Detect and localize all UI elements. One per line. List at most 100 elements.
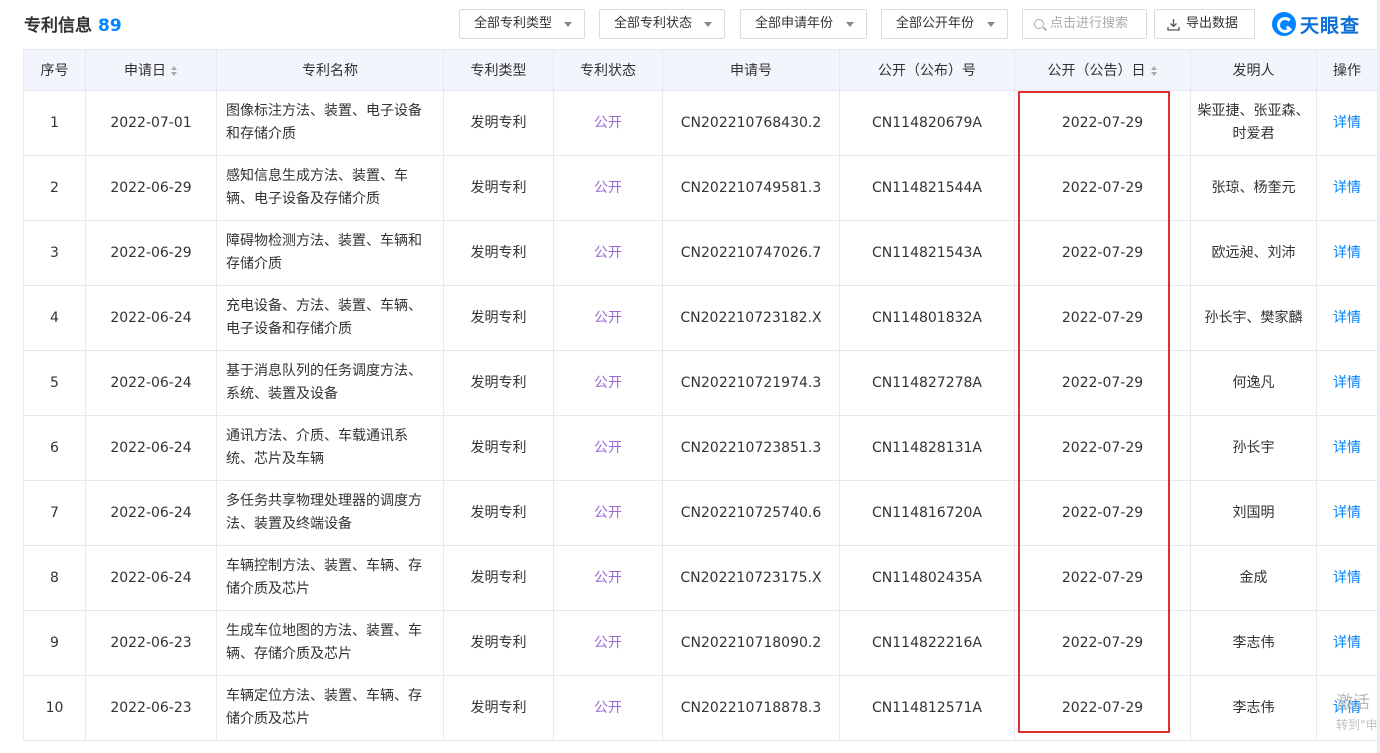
cell-publication-date: 2022-07-29 [1014,480,1191,546]
cell-application-number: CN202210723851.3 [662,415,840,481]
table-row: 9 2022-06-23 生成车位地图的方法、装置、车辆、存储介质及芯片 发明专利 公开… [23,610,1378,676]
cell-index: 7 [23,480,86,546]
cell-application-date: 2022-07-01 [85,90,217,156]
table-row: 6 2022-06-24 通讯方法、介质、车载通讯系统、芯片及车辆 发明专利 公开 CN2… [23,415,1378,481]
cell-inventor: 李志伟 [1190,610,1317,676]
cell-inventor: 刘国明 [1190,480,1317,546]
cell-application-date: 2022-06-23 [85,610,217,676]
col-header-application-number: 申请号 [662,49,840,91]
detail-link[interactable]: 详情 [1316,545,1378,611]
col-header-inventor-label: 发明人 [1232,63,1275,79]
detail-link[interactable]: 详情 [1316,155,1378,221]
search-icon [1034,19,1044,29]
cell-patent-type: 发明专利 [443,675,554,741]
logo-text: 天眼查 [1300,14,1361,37]
col-header-inventor: 发明人 [1190,49,1317,91]
col-header-patent-status-label: 专利状态 [580,63,636,79]
export-button-label: 导出数据 [1186,16,1239,31]
cell-inventor: 孙长宇 [1190,415,1317,481]
cell-patent-status: 公开 [553,415,663,481]
cell-patent-type: 发明专利 [443,480,554,546]
col-header-application-number-label: 申请号 [730,63,772,79]
export-button[interactable]: 导出数据 [1154,9,1255,39]
table-row: 10 2022-06-23 车辆定位方法、装置、车辆、存储介质及芯片 发明专利 公开 CN… [23,675,1378,741]
cell-publication-date: 2022-07-29 [1014,545,1191,611]
col-header-application-date-label: 申请日 [124,63,166,79]
col-header-index: 序号 [23,49,86,91]
filter-patent-status[interactable]: 全部专利状态 [599,9,725,39]
cell-index: 5 [23,350,86,416]
cell-inventor: 金成 [1190,545,1317,611]
cell-application-date: 2022-06-24 [85,480,217,546]
chevron-down-icon [987,22,995,27]
filter-application-year-label: 全部申请年份 [755,16,834,31]
col-header-publication-date[interactable]: 公开（公告）日 [1014,49,1191,91]
col-header-patent-type-label: 专利类型 [470,63,527,79]
cell-application-date: 2022-06-24 [85,350,217,416]
cell-patent-name: 充电设备、方法、装置、车辆、电子设备和存储介质 [216,285,444,351]
cell-publication-number: CN114822216A [839,610,1015,676]
cell-publication-date: 2022-07-29 [1014,415,1191,481]
cell-patent-status: 公开 [553,285,663,351]
cell-patent-type: 发明专利 [443,415,554,481]
table-row: 8 2022-06-24 车辆控制方法、装置、车辆、存储介质及芯片 发明专利 公开 CN2… [23,545,1378,611]
cell-patent-type: 发明专利 [443,545,554,611]
cell-patent-status: 公开 [553,610,663,676]
section-title: 专利信息 89 [24,11,122,36]
cell-publication-date: 2022-07-29 [1014,350,1191,416]
cell-patent-name: 车辆定位方法、装置、车辆、存储介质及芯片 [216,675,444,741]
cell-patent-status: 公开 [553,675,663,741]
cell-index: 2 [23,155,86,221]
cell-inventor: 李志伟 [1190,675,1317,741]
detail-link[interactable]: 详情 [1316,415,1378,481]
cell-index: 4 [23,285,86,351]
chevron-down-icon [704,22,712,27]
table-row: 2 2022-06-29 感知信息生成方法、装置、车辆、电子设备及存储介质 发明专利公… [23,155,1378,221]
filter-patent-type-label: 全部专利类型 [474,16,553,31]
cell-publication-date: 2022-07-29 [1014,220,1191,286]
cell-application-date: 2022-06-24 [85,415,217,481]
col-header-patent-type: 专利类型 [443,49,554,91]
cell-publication-date: 2022-07-29 [1014,155,1191,221]
cell-publication-number: CN114821544A [839,155,1015,221]
cell-publication-date: 2022-07-29 [1014,675,1191,741]
col-header-patent-name: 专利名称 [216,49,444,91]
patent-toolbar: 专利信息 89 全部专利类型 全部专利状态 全部申请年份 全部公开年份 点击进行搜… [0,0,1380,48]
filter-application-year[interactable]: 全部申请年份 [740,9,867,39]
col-header-action: 操作 [1316,49,1378,91]
cell-publication-date: 2022-07-29 [1014,285,1191,351]
col-header-publication-number-label: 公开（公布）号 [878,63,976,79]
cell-index: 8 [23,545,86,611]
filter-publication-year[interactable]: 全部公开年份 [881,9,1008,39]
cell-inventor: 柴亚捷、张亚森、时爱君 [1190,90,1317,156]
filter-publication-year-label: 全部公开年份 [896,16,975,31]
cell-publication-number: CN114801832A [839,285,1015,351]
logo-mark-icon [1272,12,1296,36]
detail-link[interactable]: 详情 [1316,480,1378,546]
cell-inventor: 张琼、杨奎元 [1190,155,1317,221]
detail-link[interactable]: 详情 [1316,220,1378,286]
sort-icon[interactable] [171,66,178,76]
detail-link[interactable]: 详情 [1316,350,1378,416]
chevron-down-icon [846,22,854,27]
filter-patent-type[interactable]: 全部专利类型 [459,9,585,39]
sort-icon[interactable] [1150,66,1158,76]
cell-application-date: 2022-06-29 [85,220,217,286]
table-header-row: 序号 申请日 专利名称 专利类型 专利状态 申请号 公开（公布）号 公开（公告）… [23,49,1378,91]
col-header-patent-status: 专利状态 [553,49,663,91]
cell-application-number: CN202210718878.3 [662,675,840,741]
cell-application-number: CN202210718090.2 [662,610,840,676]
chevron-down-icon [564,22,572,27]
cell-application-date: 2022-06-29 [85,155,217,221]
detail-link[interactable]: 详情 [1316,610,1378,676]
search-input[interactable]: 点击进行搜索 [1022,9,1147,39]
cell-application-number: CN202210723175.X [662,545,840,611]
cell-application-number: CN202210721974.3 [662,350,840,416]
cell-publication-number: CN114827278A [839,350,1015,416]
detail-link[interactable]: 详情 [1316,90,1378,156]
download-icon [1167,19,1180,31]
detail-link[interactable]: 详情 [1316,285,1378,351]
cell-index: 3 [23,220,86,286]
col-header-application-date[interactable]: 申请日 [85,49,217,91]
tianyancha-logo[interactable]: 天眼查 [1272,10,1360,38]
